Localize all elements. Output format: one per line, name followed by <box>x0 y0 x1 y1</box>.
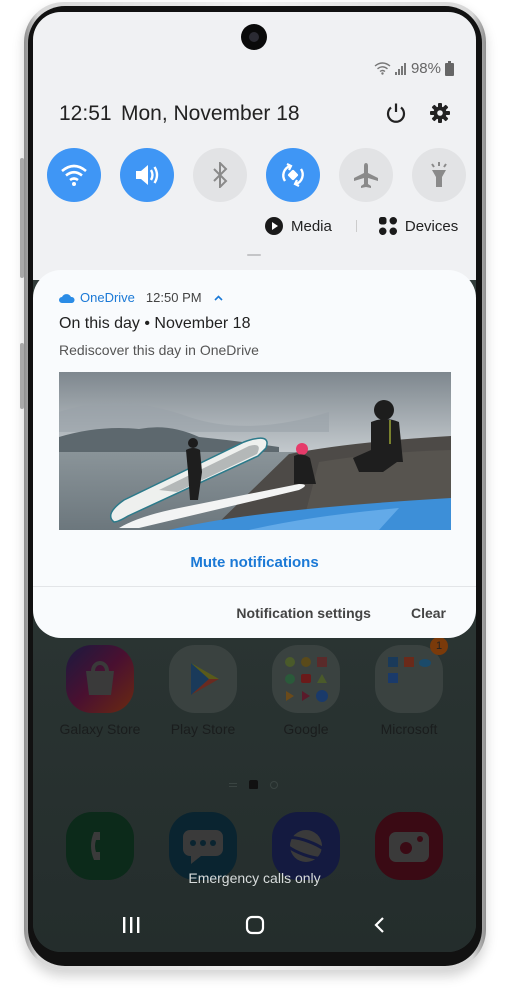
tile-bluetooth[interactable] <box>193 148 247 202</box>
recents-button[interactable] <box>111 910 151 940</box>
notification-subtitle: Rediscover this day in OneDrive <box>59 342 259 358</box>
signal-icon <box>394 62 406 75</box>
side-key <box>20 343 24 409</box>
back-icon <box>374 917 384 933</box>
apps-list-indicator-icon <box>229 782 237 787</box>
media-devices-row: Media Devices <box>265 217 458 235</box>
front-camera <box>241 24 267 50</box>
media-button[interactable]: Media <box>265 217 332 235</box>
clear-button[interactable]: Clear <box>411 605 446 621</box>
panel-drag-handle[interactable] <box>247 254 261 256</box>
devices-button[interactable]: Devices <box>378 217 459 235</box>
power-button[interactable] <box>383 100 409 126</box>
date: Mon, November 18 <box>121 102 300 125</box>
home-button[interactable] <box>235 910 275 940</box>
chevron-up-icon[interactable] <box>214 294 223 301</box>
tile-airplane-mode[interactable] <box>339 148 393 202</box>
battery-icon <box>445 61 454 76</box>
auto-rotate-icon <box>282 163 304 187</box>
tile-auto-rotate[interactable] <box>266 148 320 202</box>
navigation-bar <box>33 910 476 940</box>
wifi-icon <box>374 62 391 75</box>
notification-actions: Notification settings Clear <box>236 605 446 621</box>
app-folder-microsoft[interactable]: 1 Microsoft <box>374 637 448 737</box>
power-icon <box>386 103 406 123</box>
play-icon <box>265 217 283 235</box>
notification-card[interactable]: OneDrive 12:50 PM On this day • November… <box>33 270 476 638</box>
home-icon <box>245 915 265 935</box>
page-dot-icon <box>270 780 278 789</box>
recents-icon <box>123 917 140 933</box>
app-folder-google[interactable]: Google <box>271 645 341 737</box>
app-galaxy-store[interactable]: Galaxy Store <box>60 645 140 737</box>
notification-badge: 1 <box>430 637 448 655</box>
back-button[interactable] <box>359 910 399 940</box>
status-bar: 98% <box>374 60 454 77</box>
bluetooth-icon <box>213 162 228 188</box>
media-label: Media <box>291 217 332 235</box>
volume-button <box>20 158 24 278</box>
quick-panel: 98% 12:51 Mon, November 18 Media Devices <box>33 12 476 280</box>
app-label: Microsoft <box>380 721 438 737</box>
onedrive-cloud-icon <box>59 293 75 303</box>
devices-label: Devices <box>404 217 459 235</box>
tile-wifi[interactable] <box>47 148 101 202</box>
notification-time: 12:50 PM <box>145 290 202 305</box>
tile-flashlight[interactable] <box>412 148 466 202</box>
notification-title: On this day • November 18 <box>59 315 251 332</box>
app-label: Google <box>283 721 329 737</box>
wifi-icon <box>61 164 87 186</box>
devices-icon <box>378 217 397 235</box>
settings-button[interactable] <box>427 100 453 126</box>
app-label: Galaxy Store <box>59 721 141 737</box>
play-store-icon <box>169 645 237 713</box>
microsoft-folder-icon <box>375 645 443 713</box>
emergency-calls-text: Emergency calls only <box>188 870 321 886</box>
tile-sound[interactable] <box>120 148 174 202</box>
clock: 12:51 <box>59 102 112 125</box>
quick-settings-tiles <box>47 148 466 202</box>
app-label: Play Store <box>170 721 236 737</box>
notification-header: OneDrive 12:50 PM <box>59 290 223 305</box>
volume-icon <box>136 165 159 185</box>
airplane-icon <box>354 163 378 188</box>
home-page-indicator-icon <box>249 780 258 789</box>
mute-notifications-button[interactable]: Mute notifications <box>33 554 476 571</box>
settings-gear-icon <box>430 103 450 123</box>
notification-settings-button[interactable]: Notification settings <box>236 605 371 621</box>
app-play-store[interactable]: Play Store <box>168 645 238 737</box>
page-indicator[interactable] <box>229 780 278 789</box>
divider <box>33 586 476 587</box>
app-name: OneDrive <box>80 290 135 305</box>
galaxy-store-icon <box>66 645 134 713</box>
divider <box>355 220 357 232</box>
screen: Galaxy Store Play Store Google 1 Microso… <box>33 12 476 952</box>
flashlight-icon <box>431 162 447 187</box>
google-folder-icon <box>272 645 340 713</box>
notification-image[interactable] <box>59 372 451 530</box>
battery-percentage: 98% <box>410 60 441 77</box>
paddleboard-beach-photo <box>59 372 451 530</box>
